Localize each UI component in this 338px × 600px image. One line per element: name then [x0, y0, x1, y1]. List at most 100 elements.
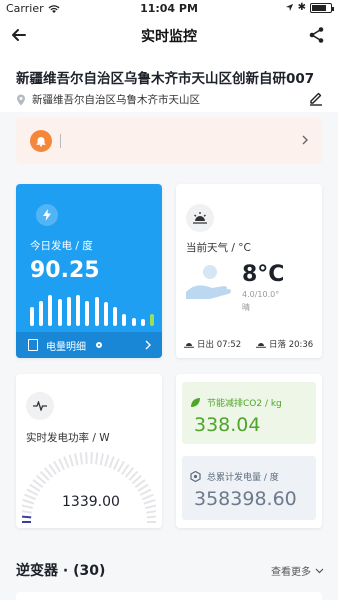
bluetooth-icon: ✱: [297, 2, 306, 13]
bell-icon: [30, 130, 52, 152]
weather-card: 当前天气 / °C 8°C 4.0/10.0° 晴 日出 07:52 日落 20…: [176, 184, 322, 358]
gauge-tick: [108, 456, 115, 469]
ring-icon: [96, 342, 102, 348]
gauge-tick: [74, 453, 79, 466]
gauge-tick: [68, 454, 74, 467]
temperature-value: 8°C: [242, 262, 285, 287]
weather-condition: 晴: [242, 303, 250, 312]
status-bar: Carrier 11:04 PM ✱: [0, 0, 338, 18]
gauge-tick: [32, 479, 44, 488]
co2-value: 338.04: [194, 414, 261, 436]
gauge-tick: [121, 463, 130, 475]
energy-bar: [85, 300, 90, 326]
co2-box: 节能减排CO2 / kg 338.04: [182, 382, 316, 444]
battery-icon: [310, 2, 334, 13]
co2-label-row: 节能减排CO2 / kg: [190, 396, 282, 409]
energy-bar: [140, 319, 145, 326]
temperature-range: 4.0/10.0°: [242, 290, 280, 299]
total-energy-box: 总累计发电量 / 度 358398.60: [182, 456, 316, 520]
weather-label: 当前天气 / °C: [186, 242, 251, 254]
energy-bar: [30, 307, 34, 326]
co2-label: 节能减排CO2 / kg: [207, 399, 282, 409]
energy-bar: [113, 307, 118, 326]
today-energy-label: 今日发电 / 度: [30, 240, 93, 252]
hand-sun-icon: [186, 265, 231, 299]
total-energy-label-row: 总累计发电量 / 度: [190, 470, 279, 483]
gauge-tick: [146, 510, 156, 514]
energy-bar: [76, 295, 81, 326]
gauge-tick: [58, 458, 66, 471]
view-more-label: 查看更多: [271, 567, 311, 578]
edit-icon[interactable]: [308, 90, 324, 106]
document-icon: [28, 339, 38, 351]
chevron-right-icon: [145, 340, 151, 350]
nav-bar: 实时监控: [0, 18, 338, 52]
gauge-tick: [22, 504, 33, 510]
site-address: 新疆维吾尔自治区乌鲁木齐市天山区: [16, 92, 200, 107]
energy-bar: [94, 297, 99, 326]
sunrise-small-icon: [184, 343, 194, 348]
sunrise-time: 日出 07:52: [197, 340, 242, 350]
sunrise-info: 日出 07:52: [184, 338, 241, 350]
gauge-tick: [48, 463, 57, 475]
map-pin-icon: [17, 94, 25, 105]
sunset-time: 日落 20:36: [269, 340, 314, 350]
location-arrow-icon: [285, 3, 293, 12]
gauge-tick: [22, 515, 32, 519]
alert-divider: [60, 134, 61, 148]
gauge-tick: [117, 460, 125, 473]
energy-mini-chart: [30, 292, 154, 326]
view-more-link[interactable]: 查看更多: [271, 563, 324, 578]
gauge-tick: [146, 515, 156, 519]
gauge-tick: [112, 458, 120, 471]
lightning-icon: [36, 204, 58, 226]
energy-detail-link[interactable]: 电量明细: [16, 332, 162, 358]
inverter-section-title: 逆变器 · (30): [16, 563, 106, 579]
gauge-tick: [143, 498, 156, 505]
gauge-tick: [145, 504, 156, 510]
alert-bar[interactable]: [16, 118, 322, 164]
gauge-tick: [63, 456, 70, 469]
status-right: ✱: [285, 2, 334, 13]
leaf-icon: [191, 398, 200, 407]
sunset-info: 日落 20:36: [256, 338, 313, 350]
energy-bar: [122, 314, 127, 326]
gauge-tick: [141, 493, 154, 501]
gauge-tick: [26, 488, 39, 496]
gauge-tick: [53, 460, 61, 473]
gauge-tick: [94, 452, 99, 465]
realtime-power-card: 实时发电功率 / W 1339.00: [16, 374, 162, 528]
site-address-text: 新疆维吾尔自治区乌鲁木齐市天山区: [32, 94, 200, 106]
energy-detail-label: 电量明细: [46, 341, 86, 353]
pulse-icon: [26, 392, 54, 420]
gauge-tick: [139, 488, 152, 496]
today-energy-card[interactable]: 今日发电 / 度 90.25 电量明细: [16, 184, 162, 358]
energy-bar: [57, 298, 62, 326]
today-energy-value: 90.25: [30, 258, 100, 283]
gauge-tick: [22, 510, 32, 514]
share-icon[interactable]: [306, 24, 328, 46]
hexagon-icon: [190, 471, 201, 482]
stats-card: 节能减排CO2 / kg 338.04 总累计发电量 / 度 358398.60: [176, 374, 322, 528]
gauge-tick: [24, 493, 37, 501]
inverter-list-top: [16, 592, 322, 600]
energy-bar: [131, 317, 136, 326]
energy-bar: [66, 297, 71, 326]
energy-bar: [48, 295, 53, 326]
site-header: 新疆维吾尔自治区乌鲁木齐市天山区创新自研007 新疆维吾尔自治区乌鲁木齐市天山区: [0, 52, 338, 112]
gauge-tick: [99, 453, 104, 466]
total-energy-label: 总累计发电量 / 度: [207, 473, 279, 483]
total-energy-value: 358398.60: [194, 488, 297, 510]
gauge-tick: [134, 479, 146, 488]
power-gauge: [22, 452, 156, 523]
sunrise-icon: [186, 204, 214, 232]
gauge-tick: [79, 452, 84, 465]
page-title: 实时监控: [141, 29, 197, 45]
realtime-power-label: 实时发电功率 / W: [26, 432, 110, 444]
gauge-tick: [104, 454, 110, 467]
sunset-small-icon: [256, 343, 266, 348]
energy-bar: [39, 300, 44, 326]
chevron-down-icon: [315, 568, 324, 573]
chevron-right-icon: [302, 135, 308, 145]
gauge-tick: [22, 498, 35, 505]
